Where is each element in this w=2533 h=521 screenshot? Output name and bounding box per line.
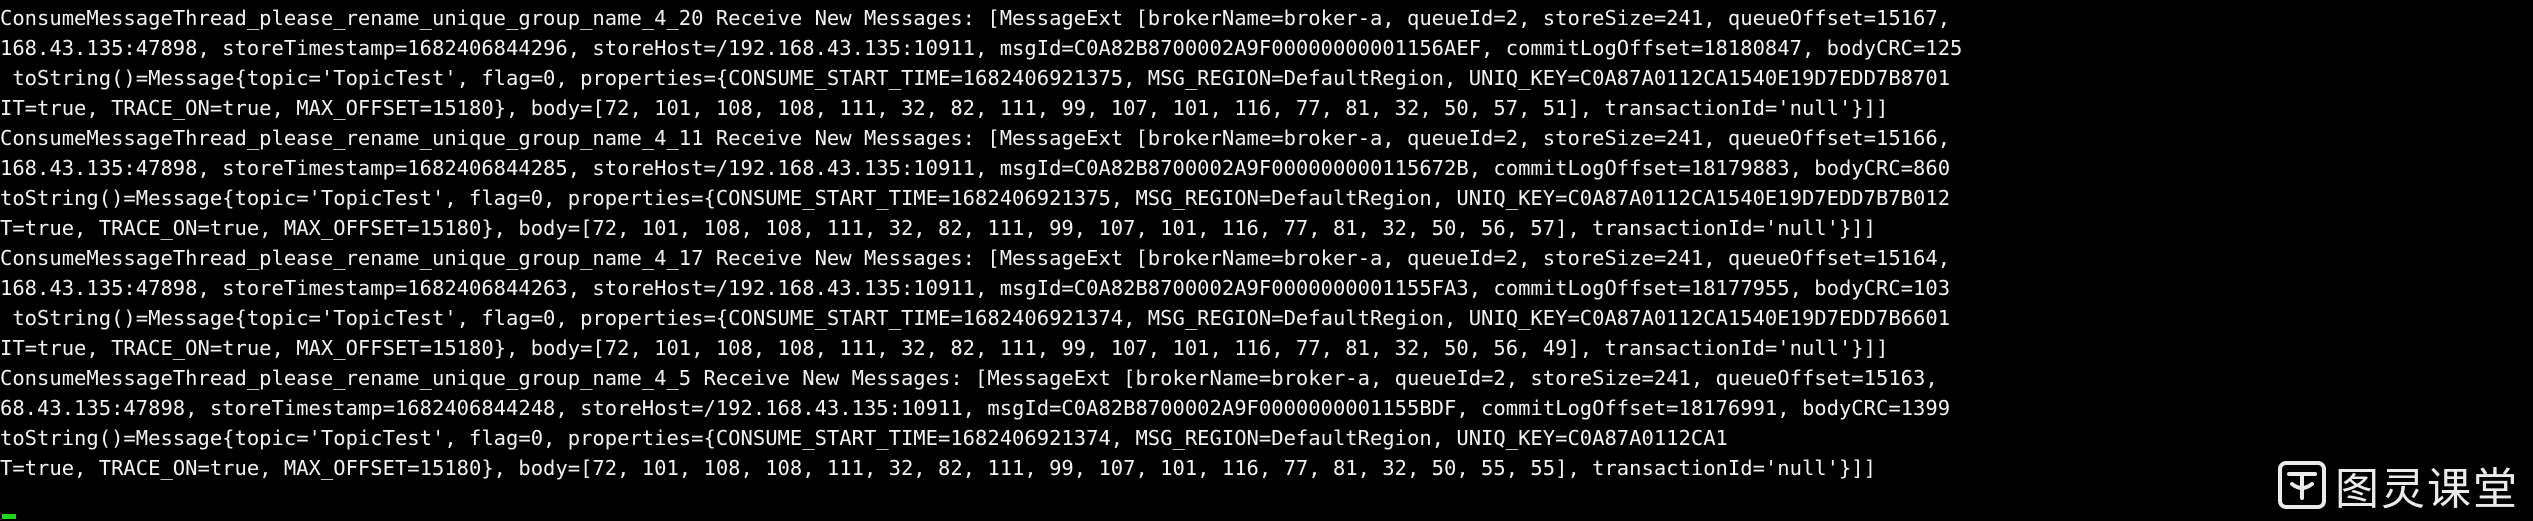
- terminal-line: IT=true, TRACE_ON=true, MAX_OFFSET=15180…: [0, 336, 1889, 360]
- terminal-cursor: [2, 514, 16, 519]
- terminal-line: toString()=Message{topic='TopicTest', fl…: [0, 66, 1951, 90]
- turing-logo-icon: [2277, 460, 2327, 510]
- terminal-line: toString()=Message{topic='TopicTest', fl…: [0, 186, 1951, 210]
- terminal-line: ConsumeMessageThread_please_rename_uniqu…: [0, 246, 1951, 270]
- terminal-line: IT=true, TRACE_ON=true, MAX_OFFSET=15180…: [0, 96, 1889, 120]
- terminal-line: 68.43.135:47898, storeTimestamp=16824068…: [0, 396, 1951, 420]
- watermark-text: 图灵课堂: [2335, 464, 2519, 515]
- watermark: 图灵课堂: [2277, 453, 2519, 517]
- terminal-line: T=true, TRACE_ON=true, MAX_OFFSET=15180}…: [0, 216, 1876, 240]
- terminal-line: 168.43.135:47898, storeTimestamp=1682406…: [0, 36, 1963, 60]
- terminal-line: 168.43.135:47898, storeTimestamp=1682406…: [0, 276, 1951, 300]
- terminal-line: 168.43.135:47898, storeTimestamp=1682406…: [0, 156, 1951, 180]
- terminal-window[interactable]: ConsumeMessageThread_please_rename_uniqu…: [0, 0, 2533, 521]
- terminal-line: ConsumeMessageThread_please_rename_uniqu…: [0, 6, 1951, 30]
- terminal-line: ConsumeMessageThread_please_rename_uniqu…: [0, 366, 1938, 390]
- terminal-line: toString()=Message{topic='TopicTest', fl…: [0, 306, 1951, 330]
- terminal-line: T=true, TRACE_ON=true, MAX_OFFSET=15180}…: [0, 456, 1876, 480]
- terminal-line: toString()=Message{topic='TopicTest', fl…: [0, 426, 1728, 450]
- terminal-output: ConsumeMessageThread_please_rename_uniqu…: [0, 3, 2533, 483]
- terminal-line: ConsumeMessageThread_please_rename_uniqu…: [0, 126, 1951, 150]
